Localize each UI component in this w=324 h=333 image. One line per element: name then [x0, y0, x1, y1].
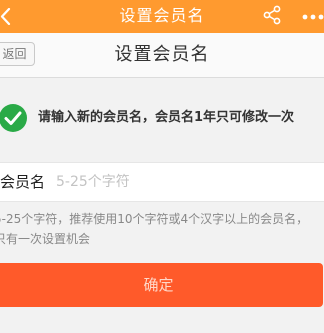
notice-text: 请输入新的会员名，会员名1年只可修改一次 — [38, 110, 295, 125]
member-name-input[interactable] — [52, 167, 320, 197]
share-icon[interactable] — [262, 5, 282, 25]
page-header: 返回 设置会员名 — [0, 33, 324, 78]
notice-message: 请输入新的会员名，会员名1年只可修改一次 — [0, 101, 324, 137]
check-circle-icon — [0, 104, 27, 132]
member-name-label: 会员名 — [0, 173, 46, 191]
hint-text: 5-25个字符，推荐使用10个字符或4个汉字以上的会员名，只有一次设置机会 — [0, 212, 309, 246]
confirm-button[interactable]: 确定 — [0, 263, 323, 307]
member-name-field-row: 会员名 — [0, 162, 324, 202]
page-title: 设置会员名 — [114, 44, 210, 65]
top-nav-bar: 设置会员名 — [0, 0, 324, 33]
more-dots-icon[interactable] — [302, 14, 324, 20]
